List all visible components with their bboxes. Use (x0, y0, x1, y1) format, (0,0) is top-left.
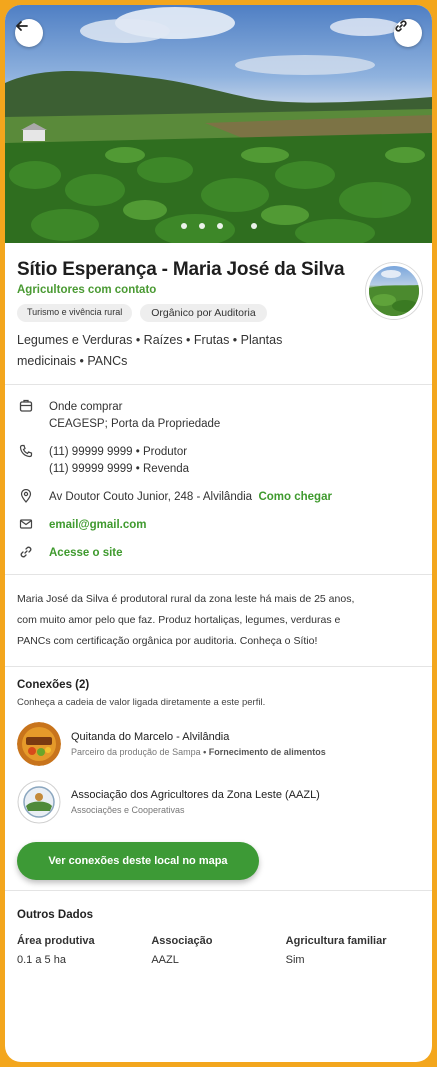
phone-role: • Produtor (135, 446, 188, 458)
phone-number[interactable]: (11) 99999 9999 (49, 463, 133, 475)
connection-name[interactable]: Associação dos Agricultores da Zona Lest… (71, 789, 320, 801)
farm-landscape (5, 7, 432, 243)
where-to-buy-label: Onde comprar (49, 401, 123, 413)
field-label: Associação (151, 935, 213, 947)
connection-meta: Parceiro da produção de Sampa • Fornecim… (71, 747, 326, 757)
link-icon (19, 545, 49, 559)
profile-avatar[interactable] (366, 263, 422, 319)
description-line: com muito amor pelo que faz. Produz hort… (17, 614, 341, 626)
connection-item[interactable]: Associação dos Agricultores da Zona Lest… (17, 780, 420, 824)
connections-section: Conexões (2) Conheça a cadeia de valor l… (5, 667, 432, 890)
address-text: Av Doutor Couto Junior, 248 - Alvilândia (49, 491, 253, 503)
mail-icon (19, 517, 49, 531)
field-value: AAZL (151, 954, 179, 966)
field-family-farming: Agricultura familiar Sim (286, 935, 420, 966)
other-data-title: Outros Dados (17, 909, 94, 921)
carousel-dot[interactable] (198, 223, 205, 229)
profile-header: Sítio Esperança - Maria José da Silva Ag… (5, 243, 432, 384)
directions-link[interactable]: Como chegar (258, 491, 332, 503)
where-to-buy-value: CEAGESP; Porta da Propriedade (49, 418, 221, 430)
address-row: Av Doutor Couto Junior, 248 - Alvilândia… (19, 489, 420, 506)
website-link[interactable]: Acesse o site (49, 545, 123, 562)
profile-title: Sítio Esperança - Maria José da Silva (17, 259, 345, 280)
hero-photo[interactable] (5, 5, 432, 243)
phone-row: (11) 99999 9999 • Produtor (11) 99999 99… (19, 444, 420, 478)
phone-role: • Revenda (135, 463, 190, 475)
avatar-landscape (369, 270, 419, 316)
view-connections-map-button[interactable]: Ver conexões deste local no mapa (17, 842, 259, 880)
phone-icon (19, 444, 49, 458)
field-label: Agricultura familiar (285, 935, 387, 947)
carousel-dot-active[interactable] (250, 223, 257, 229)
carousel-dot[interactable] (180, 223, 187, 229)
phone-number[interactable]: (11) 99999 9999 (49, 446, 133, 458)
connection-meta: Associações e Cooperativas (71, 805, 185, 815)
other-data-section: Outros Dados Área produtiva 0.1 a 5 ha A… (5, 891, 432, 976)
where-to-buy: Onde comprar CEAGESP; Porta da Proprieda… (19, 399, 420, 433)
location-pin-icon (19, 489, 49, 503)
profile-description: Maria José da Silva é produtoral rural d… (5, 575, 432, 666)
link-icon (395, 20, 407, 32)
product-categories-line: Legumes e Verduras • Raízes • Frutas • P… (17, 333, 283, 347)
description-line: PANCs com certificação orgânica por audi… (17, 635, 318, 647)
connection-type: Parceiro da produção de Sampa (71, 747, 201, 757)
share-link-button[interactable] (394, 19, 422, 47)
carousel-indicator[interactable] (5, 223, 432, 229)
description-line: Maria José da Silva é produtoral rural d… (17, 593, 355, 605)
connections-title: Conexões (2) (17, 679, 90, 691)
connection-item[interactable]: Quitanda do Marcelo - Alvilândia Parceir… (17, 722, 420, 766)
field-association: Associação AAZL (151, 935, 285, 966)
field-productive-area: Área produtiva 0.1 a 5 ha (17, 935, 151, 966)
arrow-left-icon (16, 21, 28, 31)
email-link[interactable]: email@gmail.com (49, 517, 147, 534)
store-icon (19, 399, 49, 413)
connection-name[interactable]: Quitanda do Marcelo - Alvilândia (71, 731, 326, 743)
field-value: 0.1 a 5 ha (17, 954, 66, 966)
connection-logo (17, 780, 61, 824)
field-label: Área produtiva (17, 935, 95, 947)
phone-line[interactable]: (11) 99999 9999 • Revenda (49, 461, 189, 478)
app-screen: Sítio Esperança - Maria José da Silva Ag… (5, 5, 432, 1062)
tag-list: Turismo e vivência rural Orgânico por Au… (17, 304, 420, 322)
email-row: email@gmail.com (19, 517, 420, 534)
tag-chip[interactable]: Orgânico por Auditoria (140, 304, 267, 322)
website-row: Acesse o site (19, 545, 420, 562)
connection-logo (17, 722, 61, 766)
product-categories: Legumes e Verduras • Raízes • Frutas • P… (17, 330, 317, 372)
connection-relationship: • Fornecimento de alimentos (200, 747, 326, 757)
profile-category: Agricultores com contato (17, 284, 157, 296)
other-data-fields: Área produtiva 0.1 a 5 ha Associação AAZ… (17, 935, 420, 966)
back-button[interactable] (15, 19, 43, 47)
connections-subtitle: Conheça a cadeia de valor ligada diretam… (17, 697, 266, 708)
carousel-dot[interactable] (216, 223, 223, 229)
contact-section: Onde comprar CEAGESP; Porta da Proprieda… (5, 385, 432, 574)
field-value: Sim (285, 954, 305, 966)
phone-line[interactable]: (11) 99999 9999 • Produtor (49, 444, 189, 461)
tag-chip[interactable]: Turismo e vivência rural (17, 304, 133, 322)
product-categories-line: medicinais • PANCs (17, 354, 128, 368)
